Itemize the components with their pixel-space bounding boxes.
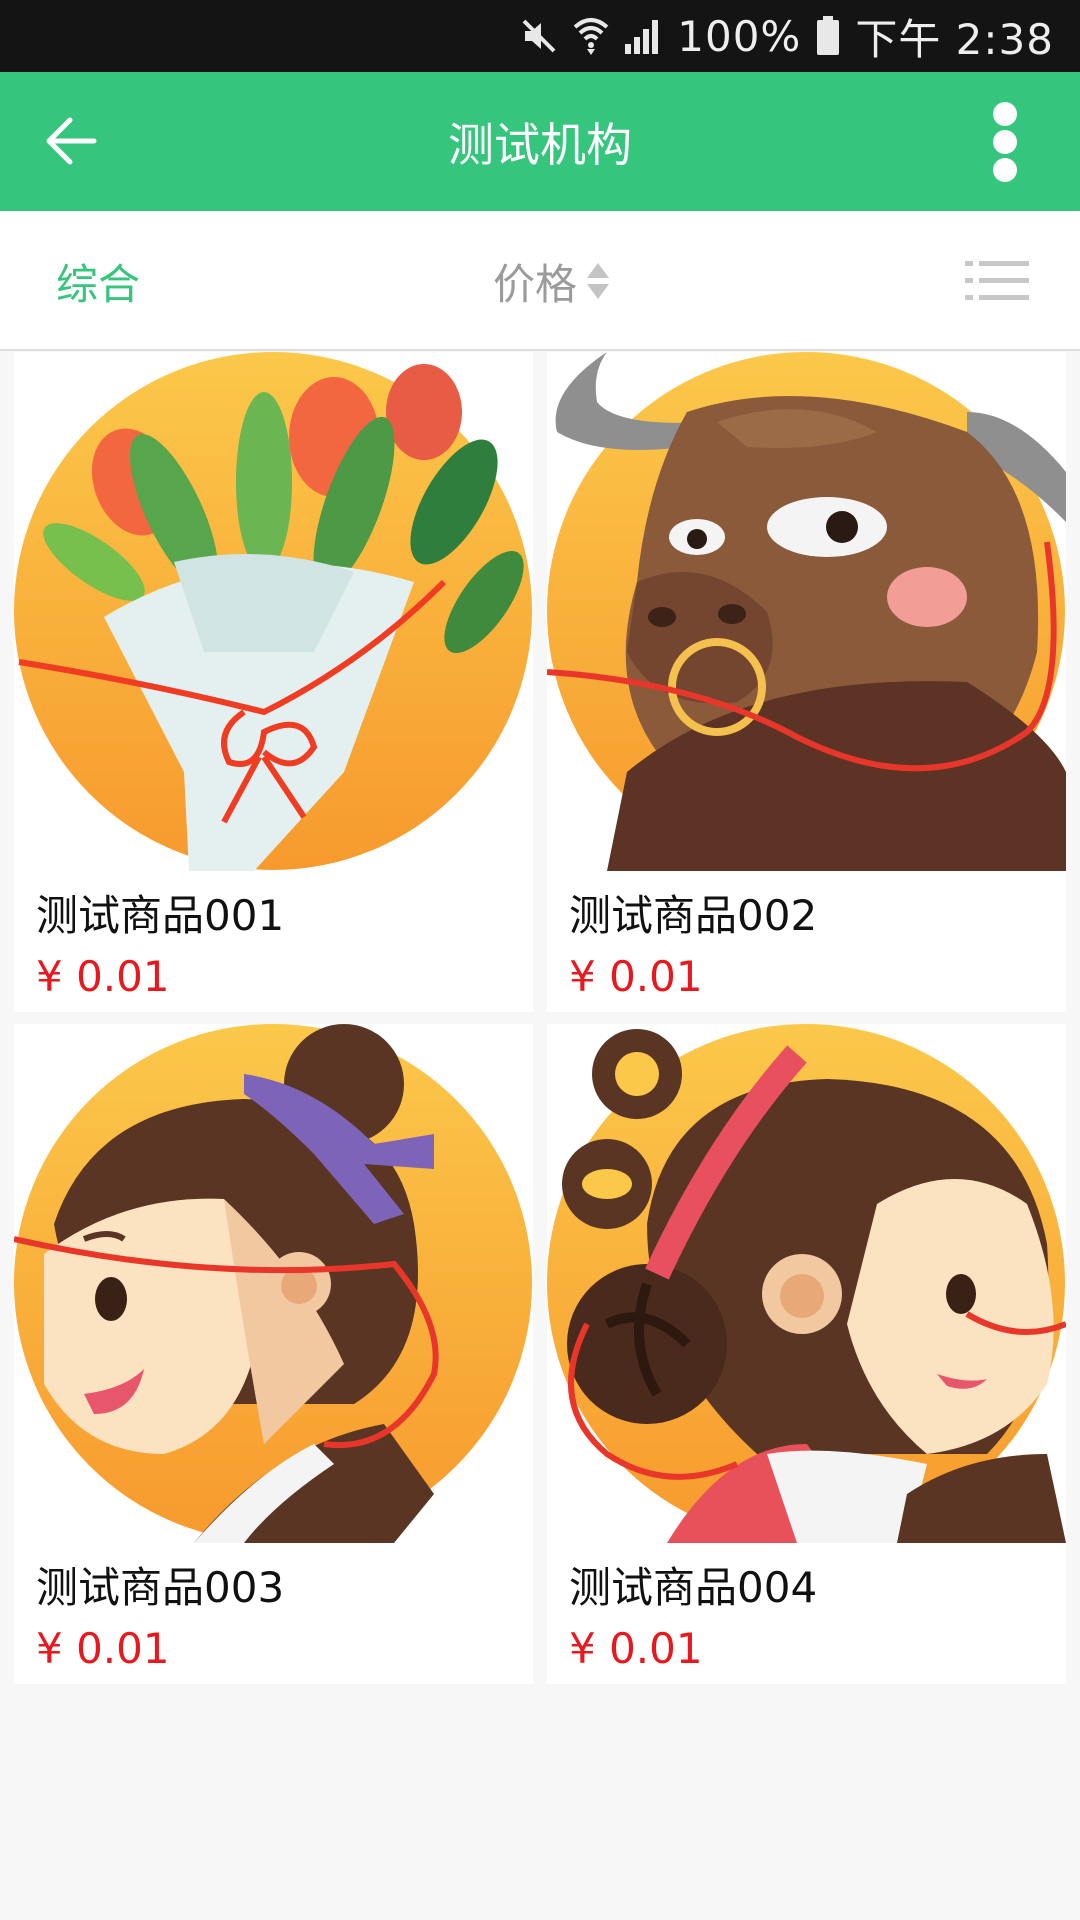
flower-bouquet-illustration [14, 352, 532, 871]
more-vertical-icon [993, 102, 1017, 182]
view-toggle-button[interactable] [962, 255, 1032, 307]
product-price: ¥ 0.01 [569, 952, 703, 1001]
battery-percent: 100% [677, 11, 802, 61]
product-price: ¥ 0.01 [569, 1624, 703, 1673]
sort-comprehensive-label: 综合 [56, 259, 141, 309]
product-card[interactable]: 测试商品003 ¥ 0.01 [14, 1024, 533, 1684]
sort-comprehensive-tab[interactable]: 综合 [56, 211, 140, 351]
product-price: ¥ 0.01 [36, 952, 170, 1001]
wifi-icon [573, 15, 609, 57]
product-price: ¥ 0.01 [36, 1624, 170, 1673]
product-image [547, 1024, 1066, 1543]
product-name: 测试商品001 [36, 891, 285, 940]
arrow-left-icon [46, 117, 97, 165]
battery-icon [815, 15, 841, 57]
product-name: 测试商品004 [569, 1563, 818, 1612]
product-card[interactable]: 测试商品004 ¥ 0.01 [547, 1024, 1066, 1684]
product-card[interactable]: 测试商品001 ¥ 0.01 [14, 352, 533, 1012]
mute-icon [519, 16, 559, 56]
product-name: 测试商品003 [36, 1563, 285, 1612]
product-image [14, 1024, 533, 1543]
product-image [14, 352, 533, 871]
page-title: 测试机构 [448, 117, 632, 172]
status-bar: 100% 下午 2:38 [0, 0, 1080, 72]
sort-price-tab[interactable]: 价格 [493, 211, 611, 351]
more-menu-button[interactable] [970, 96, 1040, 188]
sort-price-label: 价格 [493, 259, 578, 309]
product-card[interactable]: 测试商品002 ¥ 0.01 [547, 352, 1066, 1012]
signal-icon [623, 16, 663, 56]
app-bar: 测试机构 [0, 72, 1080, 211]
product-name: 测试商品002 [569, 891, 818, 940]
sort-bar: 综合 价格 [0, 211, 1080, 351]
ox-illustration [547, 352, 1066, 871]
product-image [547, 352, 1066, 871]
list-view-icon [965, 261, 1029, 300]
clock: 下午 2:38 [855, 14, 1054, 64]
sort-updown-icon [587, 263, 610, 299]
girl-illustration [547, 1024, 1066, 1543]
back-button[interactable] [36, 106, 106, 176]
boy-illustration [14, 1024, 532, 1543]
